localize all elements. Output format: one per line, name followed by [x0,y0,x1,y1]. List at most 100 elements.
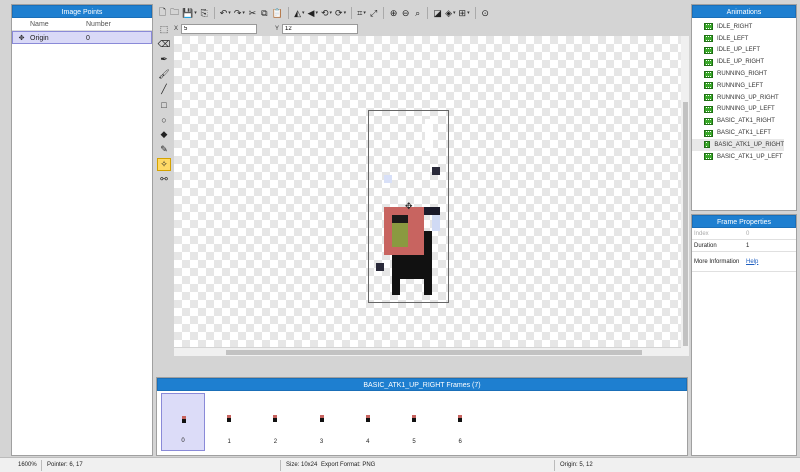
frame-properties-title: Frame Properties [692,215,796,228]
animation-item[interactable]: IDLE_LEFT [692,33,796,45]
vertical-scrollbar[interactable] [681,36,689,356]
redo-icon[interactable]: ↷ [233,6,246,20]
resize-icon[interactable]: ⤢ [368,6,379,20]
bone-tool-icon[interactable]: ⚯ [157,173,171,186]
export-format: Export Format: PNG [321,462,376,468]
status-divider [41,460,42,471]
duration-label: Duration [694,242,717,249]
export-icon[interactable]: ⎘ [199,6,210,20]
drawing-tools: ⬚ ⌫ ✒ 🖌 ╱ □ ○ ◆ ✎ ✧ ⚯ [157,23,173,186]
animation-label: BASIC_ATK1_UP_RIGHT [714,141,784,148]
sprite-pixel [392,255,432,279]
frame-thumbnail[interactable]: 2 [253,393,297,451]
crop-icon[interactable]: ⌗ [356,6,367,20]
coordinate-bar: X Y [174,23,359,34]
paste-icon[interactable]: 📋 [271,6,284,20]
zoom-out-icon[interactable]: ⊖ [400,6,411,20]
origin-crosshair-icon[interactable]: ✥ [405,202,413,211]
frame-number: 4 [366,439,370,445]
animation-item[interactable]: BASIC_ATK1_UP_LEFT [692,151,796,163]
more-info-row: More Information Help [692,252,796,272]
animation-item[interactable]: RUNNING_LEFT [692,80,796,92]
frame-preview [226,415,232,422]
eyedropper-tool-icon[interactable]: ✎ [157,143,171,156]
cut-icon[interactable]: ✂ [247,6,258,20]
name-column-header[interactable]: Name [30,18,86,30]
film-strip-icon [704,141,711,149]
frame-number: 2 [273,439,278,445]
frame-number: 6 [458,439,462,445]
image-point-row-origin[interactable]: ✥ Origin 0 [12,31,152,44]
animation-item[interactable]: RUNNING_UP_RIGHT [692,92,796,104]
horizontal-scrollbar[interactable] [174,348,681,356]
frame-thumbnail[interactable]: 3 [300,393,344,451]
save-icon[interactable]: 💾 [181,6,198,20]
rotate-right-icon[interactable]: ⟳ [334,6,347,20]
layers-icon[interactable]: ◈ [444,6,456,20]
animation-label: BASIC_ATK1_RIGHT [717,118,775,125]
status-bar: 1600% Pointer: 6, 17 Size: 10x24 Export … [0,457,800,472]
animation-item[interactable]: BASIC_ATK1_LEFT [692,127,796,139]
rectangle-tool-icon[interactable]: □ [157,98,171,111]
number-column-header[interactable]: Number [86,18,111,30]
ellipse-tool-icon[interactable]: ○ [157,113,171,126]
fill-tool-icon[interactable]: ◆ [157,128,171,141]
image-points-title: Image Points [12,5,152,18]
sprite-pixel [424,279,432,295]
target-icon[interactable]: ⊙ [480,6,491,20]
copy-icon[interactable]: ⧉ [259,6,270,20]
x-label: X [174,25,179,32]
film-strip-icon [704,153,713,161]
animations-list: IDLE_RIGHT IDLE_LEFT IDLE_UP_LEFT IDLE_UP_R… [692,18,796,163]
animation-item[interactable]: RUNNING_RIGHT [692,68,796,80]
film-strip-icon [704,58,713,66]
animation-item[interactable]: RUNNING_UP_LEFT [692,104,796,116]
sprite-pixel [424,207,440,215]
vertical-scroll-thumb[interactable] [683,102,688,346]
grid-view-icon[interactable]: ◪ [432,6,443,20]
animation-item[interactable]: IDLE_RIGHT [692,21,796,33]
animation-item[interactable]: IDLE_UP_LEFT [692,45,796,57]
sprite-pixel [392,215,408,223]
frame-thumbnail[interactable]: 4 [346,393,390,451]
toolbar-divider [213,7,215,19]
animation-item[interactable]: BASIC_ATK1_RIGHT [692,115,796,127]
eraser-tool-icon[interactable]: ⌫ [157,38,171,51]
flip-icon[interactable]: ◭ [293,6,305,20]
animation-label: BASIC_ATK1_UP_LEFT [717,153,783,160]
toolbar-divider [474,7,476,19]
duration-value[interactable]: 1 [746,243,796,249]
animation-item[interactable]: IDLE_UP_RIGHT [692,56,796,68]
brush-tool-icon[interactable]: 🖌 [157,68,171,81]
undo-icon[interactable]: ↶ [219,6,232,20]
new-file-icon[interactable]: 🗋 [157,6,168,20]
rotate-left-icon[interactable]: ⟲ [320,6,333,20]
animation-item[interactable]: BASIC_ATK1_UP_RIGHT [692,138,784,151]
zoom-in-icon[interactable]: ⊕ [388,6,399,20]
frame-thumbnail[interactable]: 5 [392,393,436,451]
horizontal-scroll-thumb[interactable] [226,350,642,355]
animation-label: RUNNING_UP_RIGHT [717,94,779,101]
y-input[interactable] [282,23,359,34]
select-tool-icon[interactable]: ⬚ [157,23,171,36]
duration-row: Duration 1 [692,240,796,252]
animation-label: BASIC_ATK1_LEFT [717,130,771,137]
line-tool-icon[interactable]: ╱ [157,83,171,96]
animation-label: RUNNING_UP_LEFT [717,106,775,113]
zoom-fit-icon[interactable]: ⌕ [412,6,423,20]
frame-thumbnail[interactable]: 6 [438,393,482,451]
x-input[interactable] [181,23,258,34]
open-folder-icon[interactable]: 🗀 [169,6,180,20]
sprite-pixel [432,167,440,175]
animation-label: RUNNING_RIGHT [717,71,768,78]
frame-thumbnail[interactable]: 0 [161,393,205,451]
point-tool-icon[interactable]: ✧ [157,158,171,171]
frame-thumbnail[interactable]: 1 [207,393,251,451]
grid-icon[interactable]: ⊞ [458,6,471,20]
sprite-pixel [424,231,432,255]
mirror-icon[interactable]: ◀ [307,6,319,20]
help-link[interactable]: Help [746,259,758,265]
frame-preview [272,415,278,422]
sprite-canvas[interactable]: ✥ [174,36,681,347]
pen-tool-icon[interactable]: ✒ [157,53,171,66]
